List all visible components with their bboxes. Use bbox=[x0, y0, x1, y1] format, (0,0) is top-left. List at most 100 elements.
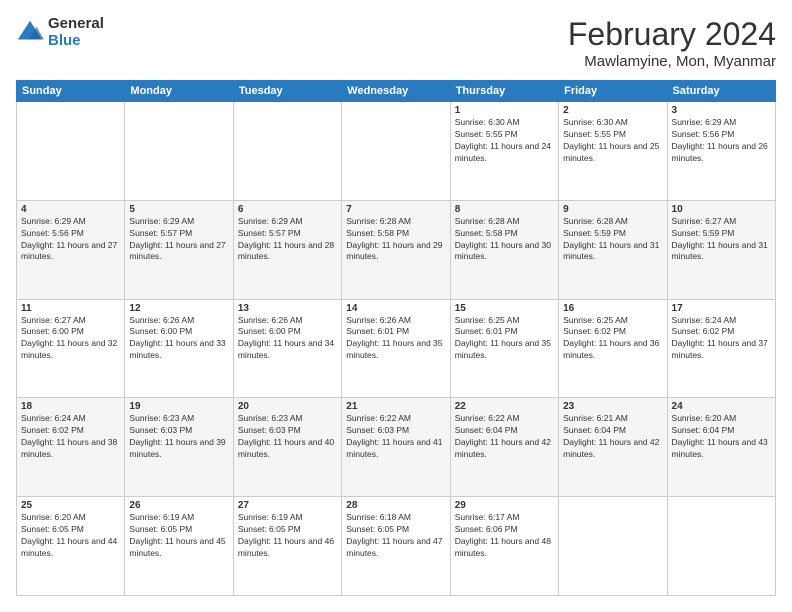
weekday-header-row: Sunday Monday Tuesday Wednesday Thursday… bbox=[17, 81, 776, 102]
table-cell: 18Sunrise: 6:24 AMSunset: 6:02 PMDayligh… bbox=[17, 398, 125, 497]
logo-general-text: General bbox=[48, 16, 104, 33]
day-number: 9 bbox=[563, 204, 662, 215]
day-number: 3 bbox=[672, 105, 771, 116]
day-number: 7 bbox=[346, 204, 445, 215]
day-number: 25 bbox=[21, 500, 120, 511]
day-number: 20 bbox=[238, 401, 337, 412]
day-number: 18 bbox=[21, 401, 120, 412]
logo-blue-text: Blue bbox=[48, 33, 104, 50]
calendar-row: 4Sunrise: 6:29 AMSunset: 5:56 PMDaylight… bbox=[17, 200, 776, 299]
table-cell: 2Sunrise: 6:30 AMSunset: 5:55 PMDaylight… bbox=[559, 102, 667, 201]
day-info: Sunrise: 6:24 AMSunset: 6:02 PMDaylight:… bbox=[21, 413, 120, 461]
header-thursday: Thursday bbox=[450, 81, 558, 102]
table-cell: 11Sunrise: 6:27 AMSunset: 6:00 PMDayligh… bbox=[17, 299, 125, 398]
table-cell: 23Sunrise: 6:21 AMSunset: 6:04 PMDayligh… bbox=[559, 398, 667, 497]
table-cell: 17Sunrise: 6:24 AMSunset: 6:02 PMDayligh… bbox=[667, 299, 775, 398]
table-cell: 26Sunrise: 6:19 AMSunset: 6:05 PMDayligh… bbox=[125, 497, 233, 596]
day-number: 19 bbox=[129, 401, 228, 412]
table-cell: 5Sunrise: 6:29 AMSunset: 5:57 PMDaylight… bbox=[125, 200, 233, 299]
day-info: Sunrise: 6:23 AMSunset: 6:03 PMDaylight:… bbox=[129, 413, 228, 461]
logo: General Blue bbox=[16, 16, 104, 49]
day-number: 23 bbox=[563, 401, 662, 412]
table-cell: 16Sunrise: 6:25 AMSunset: 6:02 PMDayligh… bbox=[559, 299, 667, 398]
table-cell bbox=[342, 102, 450, 201]
day-info: Sunrise: 6:18 AMSunset: 6:05 PMDaylight:… bbox=[346, 512, 445, 560]
month-title: February 2024 bbox=[568, 16, 776, 53]
table-cell: 4Sunrise: 6:29 AMSunset: 5:56 PMDaylight… bbox=[17, 200, 125, 299]
table-cell: 24Sunrise: 6:20 AMSunset: 6:04 PMDayligh… bbox=[667, 398, 775, 497]
header-tuesday: Tuesday bbox=[233, 81, 341, 102]
table-cell: 8Sunrise: 6:28 AMSunset: 5:58 PMDaylight… bbox=[450, 200, 558, 299]
day-info: Sunrise: 6:19 AMSunset: 6:05 PMDaylight:… bbox=[129, 512, 228, 560]
day-info: Sunrise: 6:25 AMSunset: 6:02 PMDaylight:… bbox=[563, 315, 662, 363]
table-cell: 10Sunrise: 6:27 AMSunset: 5:59 PMDayligh… bbox=[667, 200, 775, 299]
day-info: Sunrise: 6:29 AMSunset: 5:56 PMDaylight:… bbox=[672, 117, 771, 165]
table-cell bbox=[17, 102, 125, 201]
day-number: 21 bbox=[346, 401, 445, 412]
day-info: Sunrise: 6:29 AMSunset: 5:57 PMDaylight:… bbox=[129, 216, 228, 264]
day-number: 26 bbox=[129, 500, 228, 511]
day-info: Sunrise: 6:21 AMSunset: 6:04 PMDaylight:… bbox=[563, 413, 662, 461]
day-number: 8 bbox=[455, 204, 554, 215]
day-number: 11 bbox=[21, 303, 120, 314]
table-cell: 14Sunrise: 6:26 AMSunset: 6:01 PMDayligh… bbox=[342, 299, 450, 398]
page: General Blue February 2024 Mawlamyine, M… bbox=[0, 0, 792, 612]
table-cell: 25Sunrise: 6:20 AMSunset: 6:05 PMDayligh… bbox=[17, 497, 125, 596]
table-cell bbox=[667, 497, 775, 596]
day-number: 16 bbox=[563, 303, 662, 314]
day-number: 27 bbox=[238, 500, 337, 511]
calendar-row: 18Sunrise: 6:24 AMSunset: 6:02 PMDayligh… bbox=[17, 398, 776, 497]
day-number: 6 bbox=[238, 204, 337, 215]
day-number: 28 bbox=[346, 500, 445, 511]
table-cell bbox=[559, 497, 667, 596]
table-cell: 29Sunrise: 6:17 AMSunset: 6:06 PMDayligh… bbox=[450, 497, 558, 596]
day-info: Sunrise: 6:25 AMSunset: 6:01 PMDaylight:… bbox=[455, 315, 554, 363]
table-cell: 9Sunrise: 6:28 AMSunset: 5:59 PMDaylight… bbox=[559, 200, 667, 299]
table-cell: 3Sunrise: 6:29 AMSunset: 5:56 PMDaylight… bbox=[667, 102, 775, 201]
header-monday: Monday bbox=[125, 81, 233, 102]
day-number: 13 bbox=[238, 303, 337, 314]
day-info: Sunrise: 6:22 AMSunset: 6:04 PMDaylight:… bbox=[455, 413, 554, 461]
day-info: Sunrise: 6:22 AMSunset: 6:03 PMDaylight:… bbox=[346, 413, 445, 461]
table-cell: 13Sunrise: 6:26 AMSunset: 6:00 PMDayligh… bbox=[233, 299, 341, 398]
day-number: 29 bbox=[455, 500, 554, 511]
table-cell: 22Sunrise: 6:22 AMSunset: 6:04 PMDayligh… bbox=[450, 398, 558, 497]
day-info: Sunrise: 6:23 AMSunset: 6:03 PMDaylight:… bbox=[238, 413, 337, 461]
title-block: February 2024 Mawlamyine, Mon, Myanmar bbox=[568, 16, 776, 70]
day-info: Sunrise: 6:29 AMSunset: 5:57 PMDaylight:… bbox=[238, 216, 337, 264]
day-info: Sunrise: 6:26 AMSunset: 6:01 PMDaylight:… bbox=[346, 315, 445, 363]
logo-text: General Blue bbox=[48, 16, 104, 49]
day-info: Sunrise: 6:29 AMSunset: 5:56 PMDaylight:… bbox=[21, 216, 120, 264]
header-wednesday: Wednesday bbox=[342, 81, 450, 102]
day-info: Sunrise: 6:27 AMSunset: 6:00 PMDaylight:… bbox=[21, 315, 120, 363]
table-cell: 7Sunrise: 6:28 AMSunset: 5:58 PMDaylight… bbox=[342, 200, 450, 299]
day-number: 17 bbox=[672, 303, 771, 314]
day-info: Sunrise: 6:28 AMSunset: 5:59 PMDaylight:… bbox=[563, 216, 662, 264]
logo-icon bbox=[16, 19, 44, 47]
day-number: 10 bbox=[672, 204, 771, 215]
day-number: 1 bbox=[455, 105, 554, 116]
day-info: Sunrise: 6:26 AMSunset: 6:00 PMDaylight:… bbox=[129, 315, 228, 363]
day-info: Sunrise: 6:20 AMSunset: 6:04 PMDaylight:… bbox=[672, 413, 771, 461]
table-cell: 1Sunrise: 6:30 AMSunset: 5:55 PMDaylight… bbox=[450, 102, 558, 201]
day-number: 24 bbox=[672, 401, 771, 412]
day-number: 22 bbox=[455, 401, 554, 412]
table-cell: 15Sunrise: 6:25 AMSunset: 6:01 PMDayligh… bbox=[450, 299, 558, 398]
day-number: 2 bbox=[563, 105, 662, 116]
day-info: Sunrise: 6:19 AMSunset: 6:05 PMDaylight:… bbox=[238, 512, 337, 560]
day-info: Sunrise: 6:24 AMSunset: 6:02 PMDaylight:… bbox=[672, 315, 771, 363]
location-title: Mawlamyine, Mon, Myanmar bbox=[568, 53, 776, 70]
calendar-table: Sunday Monday Tuesday Wednesday Thursday… bbox=[16, 80, 776, 596]
day-info: Sunrise: 6:30 AMSunset: 5:55 PMDaylight:… bbox=[455, 117, 554, 165]
calendar-row: 25Sunrise: 6:20 AMSunset: 6:05 PMDayligh… bbox=[17, 497, 776, 596]
day-number: 15 bbox=[455, 303, 554, 314]
day-info: Sunrise: 6:30 AMSunset: 5:55 PMDaylight:… bbox=[563, 117, 662, 165]
day-info: Sunrise: 6:17 AMSunset: 6:06 PMDaylight:… bbox=[455, 512, 554, 560]
table-cell: 19Sunrise: 6:23 AMSunset: 6:03 PMDayligh… bbox=[125, 398, 233, 497]
table-cell: 27Sunrise: 6:19 AMSunset: 6:05 PMDayligh… bbox=[233, 497, 341, 596]
calendar-row: 1Sunrise: 6:30 AMSunset: 5:55 PMDaylight… bbox=[17, 102, 776, 201]
table-cell bbox=[125, 102, 233, 201]
table-cell: 20Sunrise: 6:23 AMSunset: 6:03 PMDayligh… bbox=[233, 398, 341, 497]
header-saturday: Saturday bbox=[667, 81, 775, 102]
day-info: Sunrise: 6:26 AMSunset: 6:00 PMDaylight:… bbox=[238, 315, 337, 363]
